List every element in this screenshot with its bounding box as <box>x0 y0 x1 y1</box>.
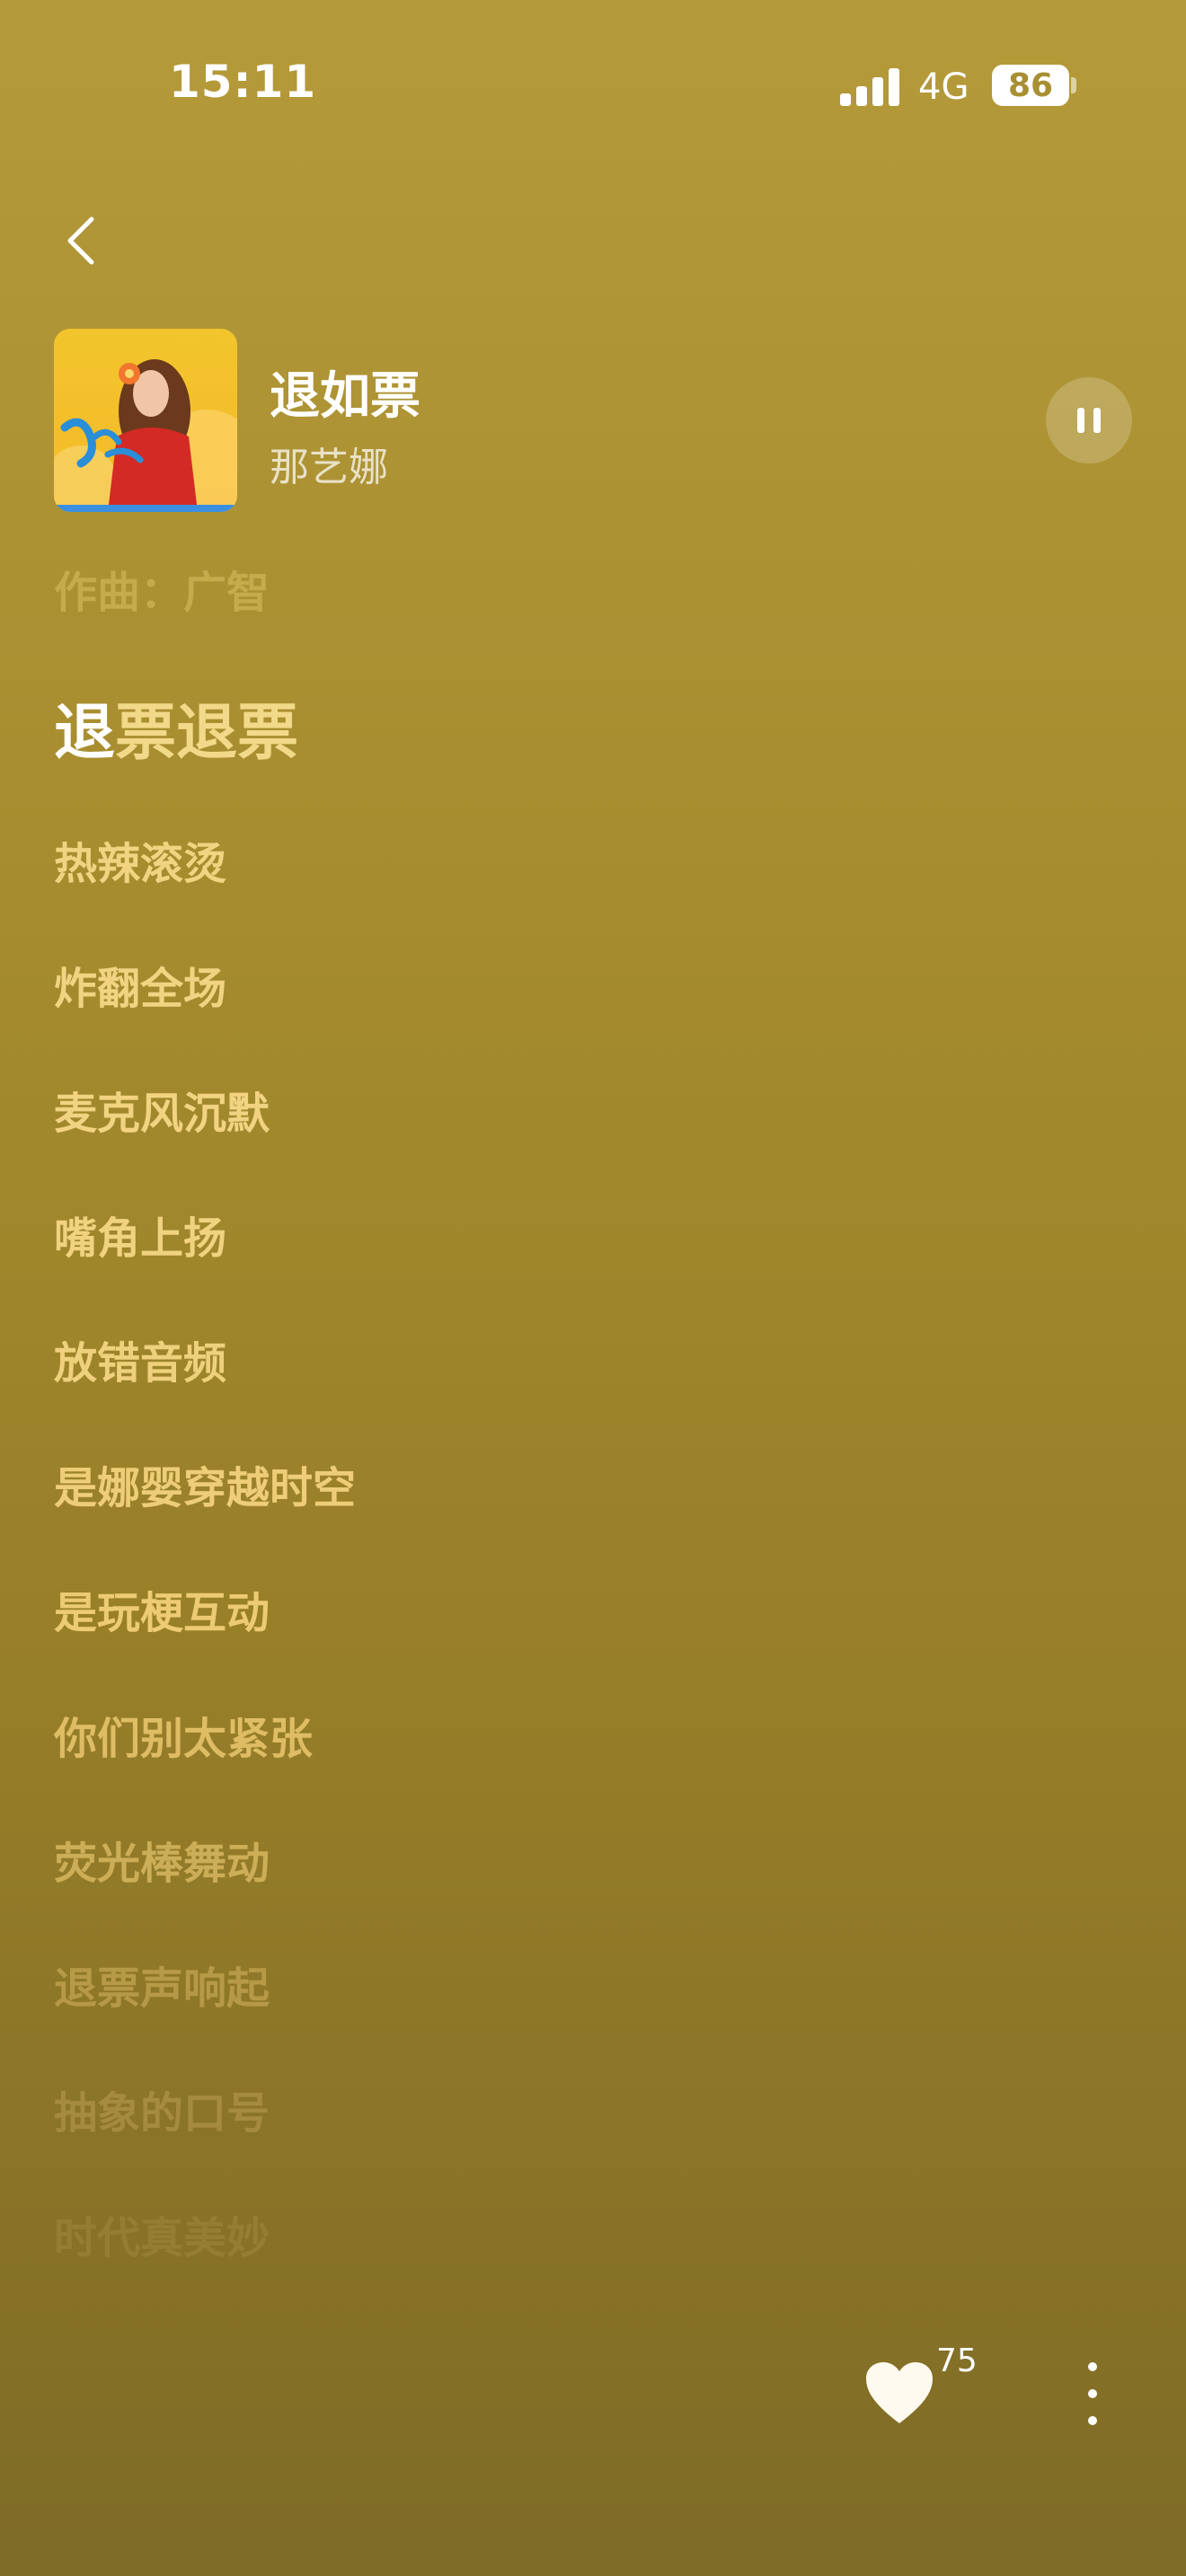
lyric-sung-part: 退 <box>54 698 116 769</box>
lyric-line[interactable]: 是玩梗互动 <box>54 1577 270 1640</box>
status-time: 15:11 <box>169 56 317 108</box>
lyric-line[interactable]: 时代真美妙 <box>54 2202 270 2265</box>
more-vertical-icon <box>1088 2362 1097 2371</box>
lyric-line[interactable]: 抽象的口号 <box>54 2078 270 2140</box>
like-count: 75 <box>936 2342 978 2379</box>
lyric-line[interactable]: 放错音频 <box>54 1328 226 1390</box>
battery-cap <box>1071 77 1076 93</box>
song-title: 退如票 <box>270 367 420 426</box>
lyric-line[interactable]: 是娜婴穿越时空 <box>54 1452 356 1515</box>
chevron-left-icon <box>67 216 94 265</box>
lyric-line-current[interactable]: 退票退票 <box>54 683 298 772</box>
lyrics-credit: 作曲：广智 <box>54 568 270 618</box>
battery-level: 86 <box>1007 66 1054 104</box>
lyric-line[interactable]: 炸翻全场 <box>54 953 226 1016</box>
lyric-line[interactable]: 你们别太紧张 <box>54 1703 313 1766</box>
pause-button[interactable] <box>1046 377 1132 463</box>
album-cover[interactable] <box>54 329 237 512</box>
pause-icon <box>1073 408 1105 433</box>
network-type: 4G <box>918 66 969 108</box>
lyric-line[interactable]: 热辣滚烫 <box>54 828 226 891</box>
lyric-line[interactable]: 荧光棒舞动 <box>54 1828 270 1891</box>
lyric-unsung-part: 票退票 <box>115 698 299 769</box>
cellular-signal-icon <box>840 66 901 106</box>
lyric-line[interactable]: 退票声响起 <box>54 1953 270 2016</box>
like-button[interactable] <box>864 2360 934 2425</box>
back-button[interactable] <box>54 205 108 277</box>
battery-icon: 86 <box>992 65 1069 106</box>
song-artist[interactable]: 那艺娜 <box>270 435 388 492</box>
lyric-line[interactable]: 嘴角上扬 <box>54 1203 226 1266</box>
lyric-line[interactable]: 麦克风沉默 <box>54 1078 270 1141</box>
album-art-image <box>54 329 237 512</box>
more-options-button[interactable] <box>1075 2362 1111 2425</box>
heart-icon <box>866 2362 933 2423</box>
